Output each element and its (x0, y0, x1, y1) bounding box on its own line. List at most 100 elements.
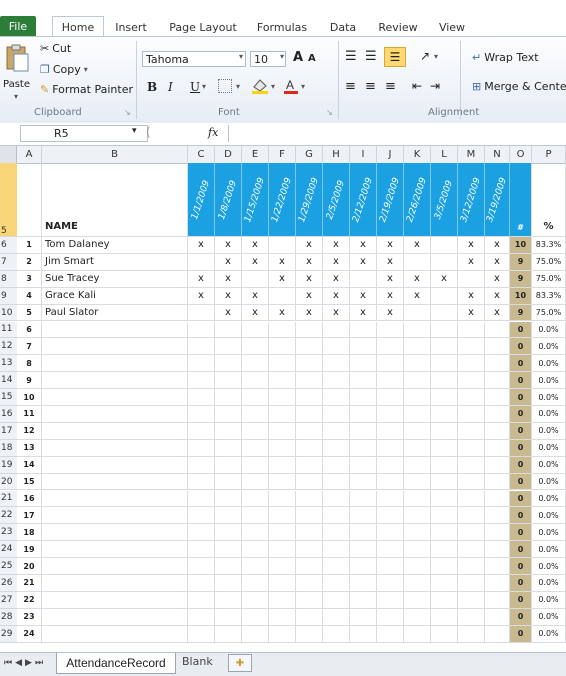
student-number-cell[interactable]: 18 (17, 524, 42, 542)
attendance-cell[interactable] (269, 372, 296, 390)
student-number-cell[interactable]: 13 (17, 439, 42, 457)
attendance-cell[interactable] (188, 591, 215, 609)
tab-file[interactable]: File (0, 16, 36, 36)
student-number-cell[interactable]: 2 (17, 253, 42, 271)
attendance-cell[interactable] (215, 608, 242, 626)
attendance-cell[interactable] (323, 355, 350, 373)
attendance-cell[interactable] (296, 355, 323, 373)
row-header[interactable]: 8 (0, 270, 17, 288)
attendance-cell[interactable] (431, 541, 458, 559)
attendance-cell[interactable]: x (431, 270, 458, 288)
attendance-cell[interactable] (215, 406, 242, 423)
attendance-cell[interactable] (404, 507, 431, 525)
attendance-count-cell[interactable]: 9 (510, 304, 532, 322)
student-number-cell[interactable]: 12 (17, 422, 42, 440)
paste-dropdown-icon[interactable]: ▾ (14, 92, 18, 101)
attendance-cell[interactable] (377, 524, 404, 542)
attendance-count-cell[interactable]: 0 (510, 608, 532, 626)
attendance-cell[interactable] (242, 591, 269, 609)
student-name-cell[interactable] (42, 490, 188, 508)
attendance-cell[interactable]: x (242, 287, 269, 305)
column-header-f[interactable]: F (269, 146, 296, 163)
attendance-cell[interactable]: x (215, 287, 242, 305)
attendance-cell[interactable] (269, 490, 296, 508)
attendance-percent-cell[interactable]: 0.0% (532, 541, 566, 559)
attendance-cell[interactable] (377, 591, 404, 609)
attendance-cell[interactable] (215, 439, 242, 457)
attendance-cell[interactable]: x (377, 304, 404, 322)
fill-color-button[interactable] (250, 77, 270, 98)
attendance-cell[interactable] (323, 608, 350, 626)
row-header[interactable]: 26 (0, 575, 17, 592)
attendance-cell[interactable] (431, 406, 458, 423)
student-name-cell[interactable] (42, 541, 188, 559)
row-header[interactable]: 22 (0, 507, 17, 525)
attendance-cell[interactable]: x (404, 287, 431, 305)
attendance-cell[interactable]: x (350, 237, 377, 254)
attendance-percent-cell[interactable]: 0.0% (532, 558, 566, 575)
column-header-o[interactable]: O (510, 146, 532, 163)
attendance-cell[interactable] (485, 456, 510, 474)
student-number-cell[interactable]: 5 (17, 304, 42, 322)
attendance-count-cell[interactable]: 10 (510, 287, 532, 305)
date-column-header[interactable]: 1/8/2009 (215, 163, 242, 237)
date-column-header[interactable]: 2/26/2009 (404, 163, 431, 237)
attendance-cell[interactable]: x (215, 237, 242, 254)
attendance-cell[interactable] (188, 406, 215, 423)
attendance-cell[interactable] (188, 304, 215, 322)
column-header-n[interactable]: N (485, 146, 510, 163)
attendance-cell[interactable] (458, 406, 485, 423)
formula-bar-resize-icon[interactable]: ( (146, 125, 151, 139)
attendance-cell[interactable] (215, 473, 242, 491)
tab-data[interactable]: Data (324, 18, 362, 36)
attendance-cell[interactable] (458, 338, 485, 356)
attendance-percent-cell[interactable]: 0.0% (532, 439, 566, 457)
attendance-cell[interactable] (404, 591, 431, 609)
attendance-cell[interactable] (242, 406, 269, 423)
attendance-cell[interactable]: x (296, 237, 323, 254)
attendance-cell[interactable] (404, 321, 431, 339)
attendance-cell[interactable] (350, 422, 377, 440)
attendance-cell[interactable] (188, 355, 215, 373)
underline-button[interactable]: U (190, 80, 200, 94)
attendance-cell[interactable]: x (485, 304, 510, 322)
attendance-cell[interactable] (188, 338, 215, 356)
row-header[interactable]: 21 (0, 490, 17, 508)
attendance-cell[interactable] (242, 490, 269, 508)
student-number-cell[interactable]: 24 (17, 625, 42, 643)
attendance-cell[interactable]: x (485, 237, 510, 254)
attendance-cell[interactable] (485, 558, 510, 575)
attendance-cell[interactable] (242, 439, 269, 457)
attendance-cell[interactable] (458, 321, 485, 339)
row-header[interactable]: 17 (0, 422, 17, 440)
font-color-button[interactable]: A (283, 77, 299, 98)
column-header-k[interactable]: K (404, 146, 431, 163)
student-name-cell[interactable] (42, 389, 188, 406)
attendance-cell[interactable]: x (242, 237, 269, 254)
attendance-percent-cell[interactable]: 0.0% (532, 507, 566, 525)
attendance-percent-cell[interactable]: 0.0% (532, 608, 566, 626)
grow-font-button[interactable]: A (293, 50, 303, 65)
attendance-cell[interactable] (323, 507, 350, 525)
attendance-cell[interactable] (377, 490, 404, 508)
date-column-header[interactable]: 1/29/2009 (296, 163, 323, 237)
attendance-cell[interactable] (458, 490, 485, 508)
attendance-cell[interactable] (215, 507, 242, 525)
attendance-cell[interactable] (485, 406, 510, 423)
attendance-cell[interactable] (296, 422, 323, 440)
row-header[interactable]: 16 (0, 406, 17, 423)
attendance-cell[interactable] (431, 237, 458, 254)
row-header[interactable]: 15 (0, 389, 17, 406)
attendance-cell[interactable] (404, 355, 431, 373)
student-number-cell[interactable]: 20 (17, 558, 42, 575)
attendance-cell[interactable] (350, 439, 377, 457)
paste-button[interactable] (4, 43, 32, 75)
attendance-percent-cell[interactable]: 83.3% (532, 237, 566, 254)
row-header[interactable]: 19 (0, 456, 17, 474)
attendance-cell[interactable] (215, 321, 242, 339)
attendance-cell[interactable] (215, 541, 242, 559)
attendance-cell[interactable] (458, 558, 485, 575)
attendance-cell[interactable]: x (215, 253, 242, 271)
fill-color-dropdown-icon[interactable]: ▾ (271, 82, 275, 91)
attendance-cell[interactable] (242, 372, 269, 390)
